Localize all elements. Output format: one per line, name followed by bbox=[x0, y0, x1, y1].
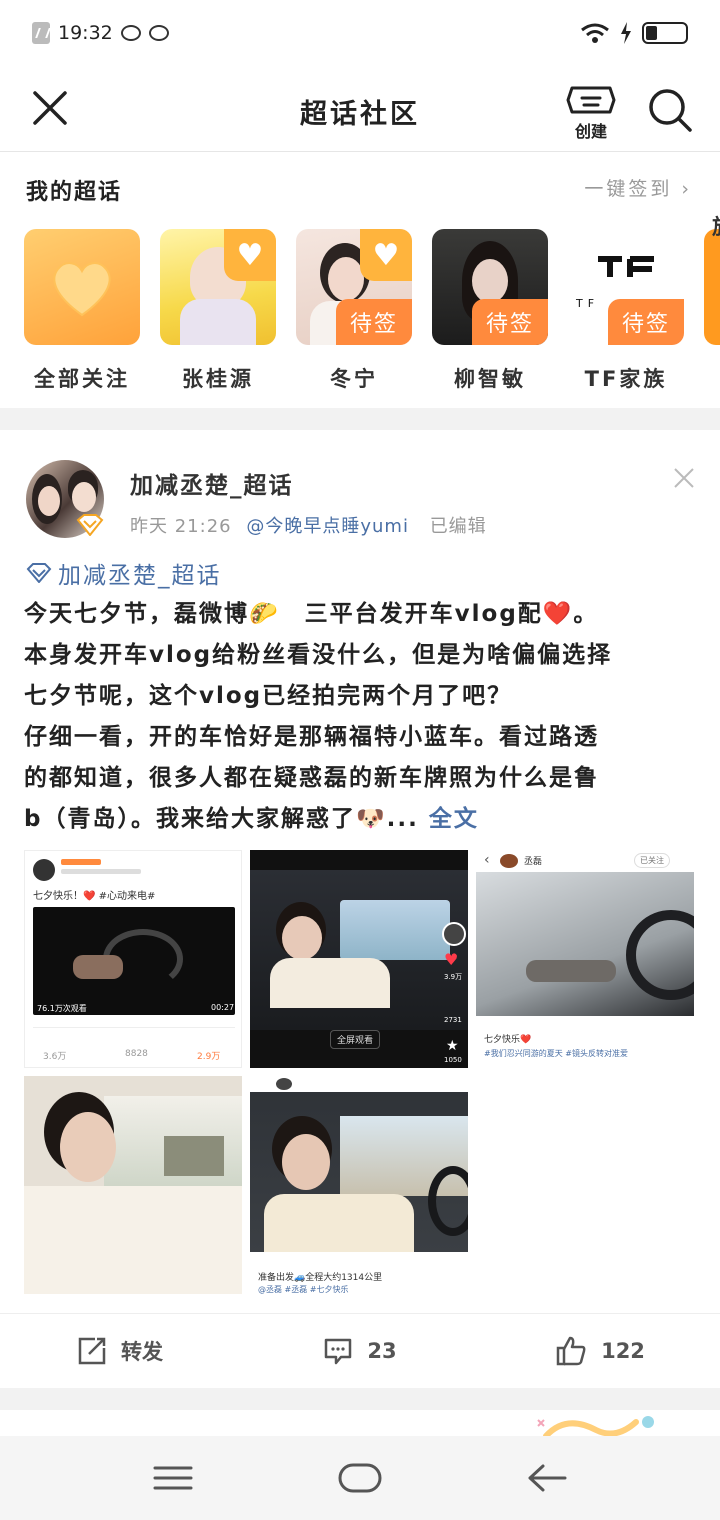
image-5-tags: @丞磊 #丞磊 #七夕快乐 bbox=[258, 1285, 349, 1294]
create-icon bbox=[566, 86, 616, 114]
topic-tile-zhangguiyuan[interactable]: ♥ 张桂源 bbox=[160, 229, 276, 393]
post-meta: 昨天 21:26 @今晚早点睡yumi 已编辑 bbox=[130, 512, 487, 538]
back-icon[interactable] bbox=[527, 1463, 567, 1493]
post-card: 加减丞楚_超话 昨天 21:26 @今晚早点睡yumi 已编辑 加减丞楚_超话 … bbox=[0, 430, 720, 1388]
post-body-last-line: b（青岛）。我来给大家解惑了🐶... 全文 bbox=[24, 799, 700, 840]
star-icon: ★ bbox=[446, 1038, 459, 1054]
repost-button[interactable]: 转发 bbox=[0, 1336, 240, 1366]
diamond-topic-icon bbox=[26, 563, 52, 583]
heart-badge-icon: ♥ bbox=[360, 229, 412, 281]
topic-tile-partial-label: 旅 bbox=[712, 211, 720, 241]
my-super-topics-title: 我的超话 bbox=[26, 180, 123, 205]
thumbs-up-icon bbox=[556, 1336, 586, 1365]
pending-checkin-badge: 待签 bbox=[608, 299, 684, 345]
post-edited-label: 已编辑 bbox=[429, 516, 487, 537]
battery-icon bbox=[642, 22, 688, 44]
image-1-duration: 00:27 bbox=[211, 1003, 235, 1012]
super-topic-tag-label: 加减丞楚_超话 bbox=[58, 563, 222, 589]
wifi-icon bbox=[581, 23, 609, 43]
notification-icon bbox=[32, 22, 50, 44]
one-click-checkin-button[interactable]: 一键签到 › bbox=[584, 174, 692, 201]
create-button[interactable]: 创建 bbox=[562, 80, 620, 142]
topic-tile-label: 全部关注 bbox=[34, 367, 130, 391]
topic-tile-dongning[interactable]: ♥ 待签 冬宁 bbox=[296, 229, 412, 393]
status-bar: 19:32 bbox=[0, 0, 720, 66]
back-arrow-icon: ‹ bbox=[484, 852, 490, 868]
post-image-5[interactable]: 准备出发🚙全程大约1314公里 @丞磊 #丞磊 #七夕快乐 bbox=[250, 1076, 468, 1294]
post-body-text: 今天七夕节，磊微博🌮 三平台发开车vlog配❤️。 本身发开车vlog给粉丝看没… bbox=[24, 594, 700, 840]
comment-button[interactable]: 23 bbox=[240, 1336, 480, 1366]
heart-icon: ♥ bbox=[444, 950, 459, 969]
post-body-line: 七夕节呢，这个vlog已经拍完两个月了吧？ bbox=[24, 683, 513, 709]
post-image-1[interactable]: 七夕快乐！❤️ #心动来电# 76.1万次观看 00:27 3.6万 8828 … bbox=[24, 850, 242, 1068]
image-5-caption: 准备出发🚙全程大约1314公里 bbox=[258, 1273, 383, 1283]
post-time: 昨天 21:26 bbox=[130, 516, 232, 537]
like-button[interactable]: 122 bbox=[480, 1335, 720, 1367]
image-1-caption: 七夕快乐！❤️ #心动来电# bbox=[33, 891, 156, 902]
image-3-name: 丞磊 bbox=[524, 857, 543, 867]
my-super-topics-section: 我的超话 一键签到 › 全部关注 ♥ 张桂源 ♥ 待签 冬宁 待签 柳智敏 TF… bbox=[0, 152, 720, 408]
repost-icon bbox=[78, 1337, 106, 1364]
full-text-link[interactable]: 全文 bbox=[429, 806, 479, 832]
pending-checkin-badge: 待签 bbox=[472, 299, 548, 345]
image-1-reposts: 3.6万 bbox=[43, 1052, 67, 1062]
comment-icon bbox=[325, 1338, 352, 1364]
system-navigation-bar bbox=[0, 1436, 720, 1520]
post-image-3[interactable]: ‹ 丞磊 已关注 七夕快乐❤️ #我们忍兴同游的夏天 #镜头反转对准爱 bbox=[476, 850, 694, 1068]
menu-icon[interactable] bbox=[153, 1465, 193, 1491]
post-body-line: b（青岛）。我来给大家解惑了🐶... bbox=[24, 806, 419, 832]
topic-tile-tf-family[interactable]: TF 待签 TF家族 bbox=[568, 229, 684, 393]
tf-logo-text: TF bbox=[576, 297, 600, 310]
search-icon[interactable] bbox=[646, 86, 694, 134]
image-3-caption: 七夕快乐❤️ bbox=[484, 1035, 532, 1045]
post-action-bar: 转发 23 122 bbox=[0, 1313, 720, 1387]
topic-tile-image: TF 待签 bbox=[568, 229, 684, 345]
like-count: 122 bbox=[601, 1338, 645, 1363]
image-1-views: 76.1万次观看 bbox=[37, 1004, 87, 1013]
image-1-likes: 2.9万 bbox=[197, 1052, 221, 1062]
dismiss-icon[interactable] bbox=[672, 466, 696, 490]
image-2-comments: 2731 bbox=[444, 1016, 462, 1024]
weibo-notification-icon-2 bbox=[148, 25, 169, 41]
heart-badge-icon: ♥ bbox=[224, 229, 276, 281]
topic-tile-label: TF家族 bbox=[584, 367, 668, 391]
image-3-tags: #我们忍兴同游的夏天 #镜头反转对准爱 bbox=[484, 1049, 628, 1058]
create-label: 创建 bbox=[574, 122, 607, 141]
weibo-notification-icon bbox=[120, 25, 141, 41]
topic-tile-image: ♥ bbox=[160, 229, 276, 345]
top-nav-bar: 超话社区 创建 bbox=[0, 66, 720, 152]
topic-tile-liuzhimin[interactable]: 待签 柳智敏 bbox=[432, 229, 548, 393]
repost-label: 转发 bbox=[121, 1339, 163, 1364]
post-image-2[interactable]: ♥ 3.9万 2731 ★ 1050 全屏观看 bbox=[250, 850, 468, 1068]
super-topic-tag[interactable]: 加减丞楚_超话 bbox=[26, 556, 222, 590]
topic-tile-all-following[interactable]: 全部关注 bbox=[24, 229, 140, 393]
post-body-line: 仔细一看，开的车恰好是那辆福特小蓝车。看过路透 bbox=[24, 724, 599, 750]
post-image-4[interactable] bbox=[24, 1076, 242, 1294]
topic-tile-label: 冬宁 bbox=[330, 367, 378, 391]
topic-tile-image: ♥ 待签 bbox=[296, 229, 412, 345]
topic-tile-label: 柳智敏 bbox=[454, 367, 526, 391]
post-mention[interactable]: @今晚早点睡yumi bbox=[246, 516, 409, 537]
topic-tile-label: 张桂源 bbox=[182, 367, 254, 391]
image-1-comments: 8828 bbox=[125, 1049, 148, 1059]
post-body-line: 本身发开车vlog给粉丝看没什么，但是为啥偏偏选择 bbox=[24, 642, 613, 668]
image-3-follow: 已关注 bbox=[634, 853, 670, 868]
image-2-favs: 1050 bbox=[444, 1056, 462, 1064]
topic-tile-partial[interactable] bbox=[704, 229, 720, 345]
topic-tile-image bbox=[24, 229, 140, 345]
post-body-line: 今天七夕节，磊微博🌮 三平台发开车vlog配❤️。 bbox=[24, 601, 599, 627]
status-time: 19:32 bbox=[58, 22, 113, 44]
charging-icon bbox=[621, 22, 631, 44]
image-2-fullscreen-button: 全屏观看 bbox=[330, 1030, 381, 1049]
super-topic-badge-icon bbox=[76, 514, 104, 536]
post-author-name[interactable]: 加减丞楚_超话 bbox=[130, 466, 294, 500]
topic-tile-image: 待签 bbox=[432, 229, 548, 345]
heart-icon bbox=[53, 262, 111, 317]
comment-count: 23 bbox=[367, 1338, 397, 1363]
image-2-likes: 3.9万 bbox=[444, 973, 463, 981]
post-body-line: 的都知道，很多人都在疑惑磊的新车牌照为什么是鲁 bbox=[24, 765, 599, 791]
home-icon[interactable] bbox=[338, 1463, 382, 1493]
pending-checkin-badge: 待签 bbox=[336, 299, 412, 345]
